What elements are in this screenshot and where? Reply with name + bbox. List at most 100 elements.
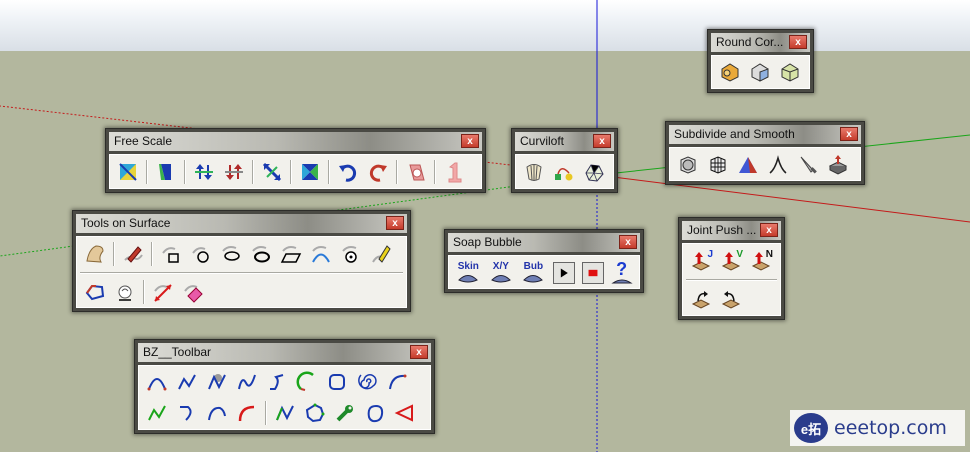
stop-button[interactable]: [580, 260, 605, 286]
smooth-mesh-icon[interactable]: [705, 152, 731, 178]
surface-arc-icon[interactable]: [308, 241, 334, 267]
normal-push-icon[interactable]: N: [748, 248, 774, 274]
knife-icon[interactable]: [795, 152, 821, 178]
polyline-icon[interactable]: [174, 369, 200, 395]
rotate-cw-icon[interactable]: [335, 159, 361, 185]
surface-protractor-icon[interactable]: [112, 279, 138, 305]
joint-push-toolbar[interactable]: Joint Push ... x J V N: [678, 217, 785, 320]
skin-button[interactable]: Skin: [454, 260, 483, 286]
undo-push-icon[interactable]: [688, 286, 714, 312]
toolbar-title-bar[interactable]: Round Cor... x: [711, 33, 810, 52]
bub-label: Bub: [523, 261, 544, 272]
sharp-corner-icon[interactable]: [747, 59, 773, 85]
separator: [265, 400, 267, 425]
surface-polygon-icon[interactable]: [218, 241, 244, 267]
surface-line-icon[interactable]: [150, 279, 176, 305]
surface-pencil-icon[interactable]: [120, 241, 146, 267]
twist-icon[interactable]: [297, 159, 323, 185]
spline-icon[interactable]: [204, 369, 230, 395]
vector-push-icon[interactable]: V: [718, 248, 744, 274]
toolbar-title-bar[interactable]: Joint Push ... x: [682, 221, 781, 240]
subdivide-cube-icon[interactable]: [675, 152, 701, 178]
crease-edge-icon[interactable]: [765, 152, 791, 178]
toolbar-title-bar[interactable]: BZ__Toolbar x: [138, 343, 431, 362]
round-corner-toolbar[interactable]: Round Cor... x: [707, 29, 814, 93]
free-scale-toolbar[interactable]: Free Scale x: [105, 128, 486, 193]
surface-circle-icon[interactable]: [188, 241, 214, 267]
separator: [252, 160, 254, 184]
box-mesh-icon[interactable]: [825, 152, 851, 178]
bz-toolbar[interactable]: BZ__Toolbar x: [134, 339, 435, 434]
surface-erase-icon[interactable]: [368, 241, 394, 267]
red-arc-icon[interactable]: [234, 400, 260, 426]
fspline-icon[interactable]: [234, 369, 260, 395]
toolbar-title-bar[interactable]: Subdivide and Smooth x: [669, 125, 861, 144]
crease-icon[interactable]: [735, 152, 761, 178]
toolbar-title: Soap Bubble: [453, 235, 522, 249]
shear-icon[interactable]: [403, 159, 429, 185]
round-corner-icon[interactable]: [717, 59, 743, 85]
surface-offset-icon[interactable]: [82, 279, 108, 305]
tools-on-surface-toolbar[interactable]: Tools on Surface x: [72, 210, 411, 312]
toolbar-title-bar[interactable]: Curviloft x: [515, 132, 614, 151]
separator: [143, 280, 145, 304]
close-button[interactable]: x: [386, 216, 404, 230]
subdivide-smooth-toolbar[interactable]: Subdivide and Smooth x: [665, 121, 865, 185]
bub-button[interactable]: Bub: [519, 260, 548, 286]
watermark-logo: e拓: [794, 413, 828, 443]
spiral-icon[interactable]: [354, 369, 380, 395]
loft-along-path-icon[interactable]: [581, 159, 607, 185]
close-button[interactable]: x: [593, 134, 611, 148]
skin-label: Skin: [457, 261, 479, 272]
box-scale-icon[interactable]: [115, 159, 141, 185]
scale-one-icon[interactable]: [441, 159, 467, 185]
surface-icon[interactable]: [82, 241, 108, 267]
rounded-square-icon[interactable]: [324, 369, 350, 395]
zigzag-icon[interactable]: [272, 400, 298, 426]
help-button[interactable]: ?: [609, 260, 634, 286]
surface-text-icon[interactable]: [338, 241, 364, 267]
curve-hook-icon[interactable]: [174, 400, 200, 426]
close-button[interactable]: x: [840, 127, 858, 141]
close-button[interactable]: x: [619, 235, 637, 249]
triangle-icon[interactable]: [392, 400, 418, 426]
soap-bubble-toolbar[interactable]: Soap Bubble x Skin X/Y Bub ?: [444, 229, 644, 293]
bevel-icon[interactable]: [777, 59, 803, 85]
divider-curve-icon[interactable]: [144, 400, 170, 426]
curviloft-toolbar[interactable]: Curviloft x: [511, 128, 618, 193]
play-button[interactable]: [552, 260, 577, 286]
redo-push-icon[interactable]: [718, 286, 744, 312]
close-button[interactable]: x: [789, 35, 807, 49]
watermark-brand: eeetop.com: [834, 417, 947, 439]
loft-by-spline-icon[interactable]: [521, 159, 547, 185]
help-label: ?: [616, 259, 628, 279]
blob-icon[interactable]: [362, 400, 388, 426]
bezier-classic-icon[interactable]: [144, 369, 170, 395]
arc-icon[interactable]: [384, 369, 410, 395]
surface-eraser-icon[interactable]: [180, 279, 206, 305]
toolbar-title-bar[interactable]: Free Scale x: [109, 132, 482, 151]
close-button[interactable]: x: [760, 223, 778, 237]
joint-push-icon[interactable]: J: [688, 248, 714, 274]
surface-rectangle-icon[interactable]: [158, 241, 184, 267]
surface-ellipse-icon[interactable]: [248, 241, 274, 267]
surface-parallelogram-icon[interactable]: [278, 241, 304, 267]
close-button[interactable]: x: [410, 345, 428, 359]
xy-button[interactable]: X/Y: [487, 260, 516, 286]
vertical-scale-up-icon[interactable]: [191, 159, 217, 185]
catmull-icon[interactable]: [264, 369, 290, 395]
toolbar-title-bar[interactable]: Tools on Surface x: [76, 214, 407, 233]
rotate-ccw-icon[interactable]: [365, 159, 391, 185]
curve-s-icon[interactable]: [204, 400, 230, 426]
diagonal-scale-icon[interactable]: [259, 159, 285, 185]
close-button[interactable]: x: [461, 134, 479, 148]
circle-arc-icon[interactable]: [294, 369, 320, 395]
vertical-scale-down-icon[interactable]: [221, 159, 247, 185]
separator: [113, 242, 115, 266]
wrench-icon[interactable]: [332, 400, 358, 426]
planar-scale-icon[interactable]: [153, 159, 179, 185]
toolbar-title-bar[interactable]: Soap Bubble x: [448, 233, 640, 252]
polygon-icon[interactable]: [302, 400, 328, 426]
skin-contours-icon[interactable]: [551, 159, 577, 185]
row-separator: [80, 272, 403, 274]
